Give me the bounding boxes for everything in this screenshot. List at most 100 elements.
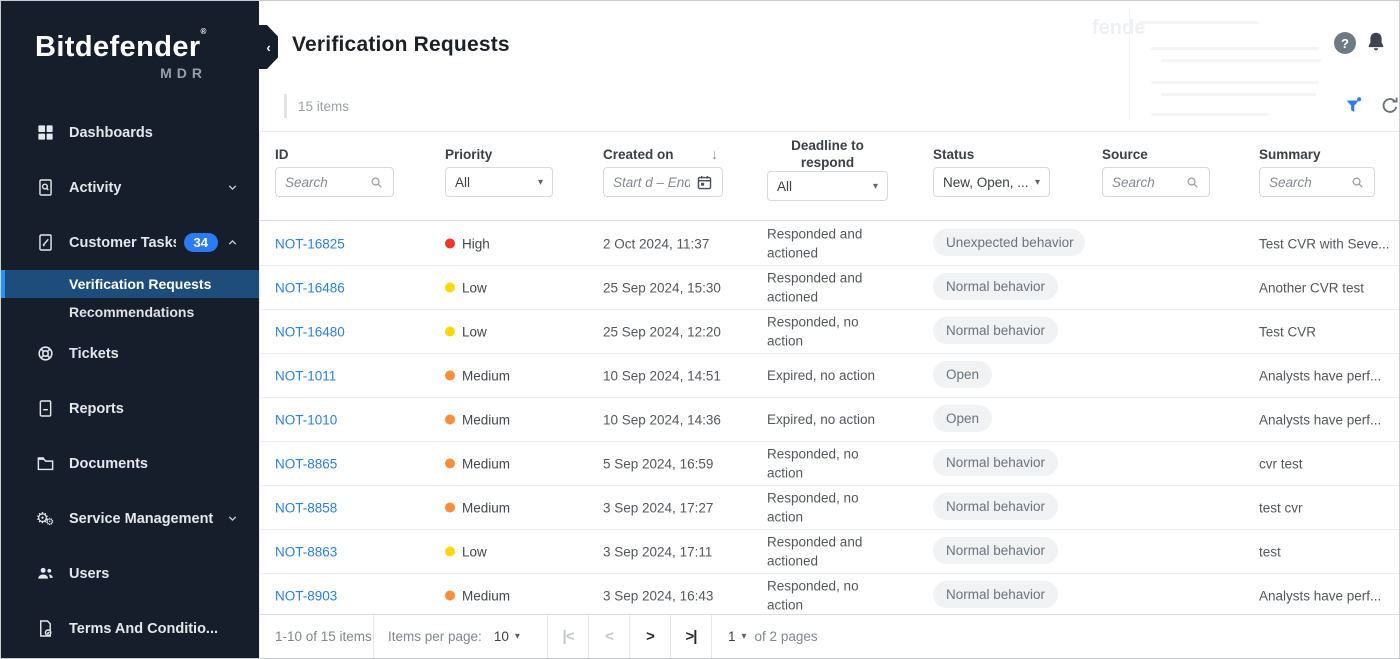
app-window: Bitdefender® MDR Dashboards Activity — [0, 0, 1400, 659]
sidebar-collapse-button[interactable]: ‹ — [259, 25, 278, 69]
table-row[interactable]: NOT-8863 Low 3 Sep 2024, 17:11 Responded… — [260, 530, 1399, 574]
current-page-select[interactable]: 1 — [728, 629, 736, 644]
status-badge: Open — [933, 361, 992, 388]
ghost-line — [1161, 59, 1321, 62]
table-row[interactable]: NOT-16486 Low 25 Sep 2024, 15:30 Respond… — [260, 266, 1399, 310]
deadline-to-respond: Responded, no action — [767, 444, 893, 483]
last-page-button[interactable]: >| — [671, 615, 712, 658]
request-id-link[interactable]: NOT-8863 — [275, 544, 337, 559]
column-header-source[interactable]: Source — [1102, 147, 1148, 162]
calendar-icon — [696, 174, 713, 191]
sidebar-item-documents[interactable]: Documents — [1, 436, 259, 491]
column-header-created-on[interactable]: Created on — [603, 147, 674, 162]
summary-text: test — [1259, 544, 1400, 559]
request-id-link[interactable]: NOT-1010 — [275, 412, 337, 427]
sidebar-item-terms-and-conditions[interactable]: Terms And Conditio... — [1, 601, 259, 656]
request-id-link[interactable]: NOT-16825 — [275, 236, 345, 251]
sidebar-item-label: Reports — [69, 401, 239, 417]
deadline-to-respond: Responded, no action — [767, 488, 893, 527]
status-filter-select[interactable]: New, Open, ... ▾ — [933, 167, 1050, 197]
summary-search-input[interactable]: Search — [1259, 167, 1375, 197]
request-id-link[interactable]: NOT-16480 — [275, 324, 345, 339]
registered-mark: ® — [201, 27, 207, 36]
created-on: 10 Sep 2024, 14:36 — [603, 412, 721, 427]
summary-text: Analysts have perf... — [1259, 368, 1400, 383]
created-on-date-range-input[interactable]: Start d – End d — [603, 167, 723, 197]
ghost-line — [1151, 47, 1319, 50]
column-header-priority[interactable]: Priority — [445, 147, 492, 162]
ghost-line — [1151, 81, 1319, 84]
column-header-status[interactable]: Status — [933, 147, 974, 162]
request-id-link[interactable]: NOT-8903 — [275, 588, 337, 603]
sidebar-item-recommendations[interactable]: Recommendations — [1, 298, 259, 326]
notifications-bell-icon[interactable] — [1364, 30, 1388, 54]
column-header-summary[interactable]: Summary — [1259, 147, 1321, 162]
table-row[interactable]: NOT-1011 Medium 10 Sep 2024, 14:51 Expir… — [260, 354, 1399, 398]
sidebar-item-verification-requests[interactable]: Verification Requests — [1, 270, 259, 298]
toolbar-divider — [284, 94, 287, 118]
request-id-link[interactable]: NOT-1011 — [275, 368, 336, 383]
filters-icon[interactable] — [1343, 95, 1365, 117]
sort-desc-icon[interactable]: ↓ — [711, 146, 718, 162]
chevron-down-icon — [226, 512, 239, 525]
caret-down-icon: ▾ — [742, 631, 747, 642]
ghost-line — [1161, 93, 1316, 96]
refresh-icon[interactable] — [1379, 95, 1400, 117]
priority-filter-select[interactable]: All ▾ — [445, 167, 553, 197]
sidebar-item-tickets[interactable]: Tickets — [1, 326, 259, 381]
page-title: Verification Requests — [292, 33, 510, 57]
column-header-deadline[interactable]: Deadline to respond — [767, 138, 888, 172]
sidebar-item-users[interactable]: Users — [1, 546, 259, 601]
sidebar-item-service-management[interactable]: ⚙⚙ Service Management — [1, 491, 259, 546]
table-row[interactable]: NOT-8858 Medium 3 Sep 2024, 17:27 Respon… — [260, 486, 1399, 530]
sidebar-nav: Dashboards Activity Customer Tasks 34 — [1, 105, 259, 656]
sidebar-item-customer-tasks[interactable]: Customer Tasks 34 — [1, 215, 259, 270]
request-id-link[interactable]: NOT-8865 — [275, 456, 337, 471]
status-badge: Normal behavior — [933, 449, 1058, 476]
column-header-id[interactable]: ID — [275, 147, 289, 162]
search-icon — [1185, 175, 1200, 190]
next-page-button[interactable]: > — [630, 615, 671, 658]
table-row[interactable]: NOT-16825 High 2 Oct 2024, 11:37 Respond… — [260, 222, 1399, 266]
first-page-button[interactable]: |< — [548, 615, 589, 658]
priority-dot — [445, 239, 455, 249]
help-icon[interactable]: ? — [1334, 32, 1356, 54]
table-row[interactable]: NOT-16480 Low 25 Sep 2024, 12:20 Respond… — [260, 310, 1399, 354]
table-row[interactable]: NOT-8865 Medium 5 Sep 2024, 16:59 Respon… — [260, 442, 1399, 486]
items-per-page-select[interactable]: Items per page: 10 ▾ — [374, 615, 548, 658]
request-id-link[interactable]: NOT-8858 — [275, 500, 337, 515]
priority-dot — [445, 547, 455, 557]
items-per-page-value[interactable]: 10 — [494, 629, 509, 644]
priority-label: Low — [462, 544, 487, 559]
customer-tasks-icon — [35, 233, 55, 253]
sidebar-item-label: Customer Tasks — [69, 235, 176, 251]
request-id-link[interactable]: NOT-16486 — [275, 280, 345, 295]
sidebar-item-activity[interactable]: Activity — [1, 160, 259, 215]
priority-dot — [445, 459, 455, 469]
source-search-input[interactable]: Search — [1102, 167, 1210, 197]
created-on: 2 Oct 2024, 11:37 — [603, 236, 709, 251]
priority-dot — [445, 371, 455, 381]
logo-text: Bitdefender — [35, 31, 201, 63]
table-row[interactable]: NOT-1010 Medium 10 Sep 2024, 14:36 Expir… — [260, 398, 1399, 442]
previous-page-button[interactable]: < — [589, 615, 630, 658]
tickets-icon — [35, 344, 55, 364]
page-indicator: 1 ▾ of 2 pages — [712, 615, 818, 658]
priority-label: Low — [462, 324, 487, 339]
sidebar-subitem-label: Recommendations — [69, 304, 194, 320]
sidebar-item-label: Activity — [69, 180, 218, 196]
summary-text: Analysts have perf... — [1259, 588, 1400, 603]
ghost-divider — [1129, 9, 1130, 121]
id-search-input[interactable]: Search — [275, 167, 394, 197]
sidebar-item-reports[interactable]: Reports — [1, 381, 259, 436]
created-on: 10 Sep 2024, 14:51 — [603, 368, 721, 383]
priority-label: Medium — [462, 456, 510, 471]
deadline-filter-select[interactable]: All ▾ — [767, 171, 888, 201]
brand-logo: Bitdefender® MDR — [1, 1, 259, 81]
status-badge: Normal behavior — [933, 317, 1058, 344]
customer-tasks-count-badge: 34 — [184, 233, 218, 252]
sidebar-item-dashboards[interactable]: Dashboards — [1, 105, 259, 160]
table-row[interactable]: NOT-8903 Medium 3 Sep 2024, 16:43 Respon… — [260, 574, 1399, 618]
summary-text: test cvr — [1259, 500, 1400, 515]
summary-text: Test CVR — [1259, 324, 1400, 339]
